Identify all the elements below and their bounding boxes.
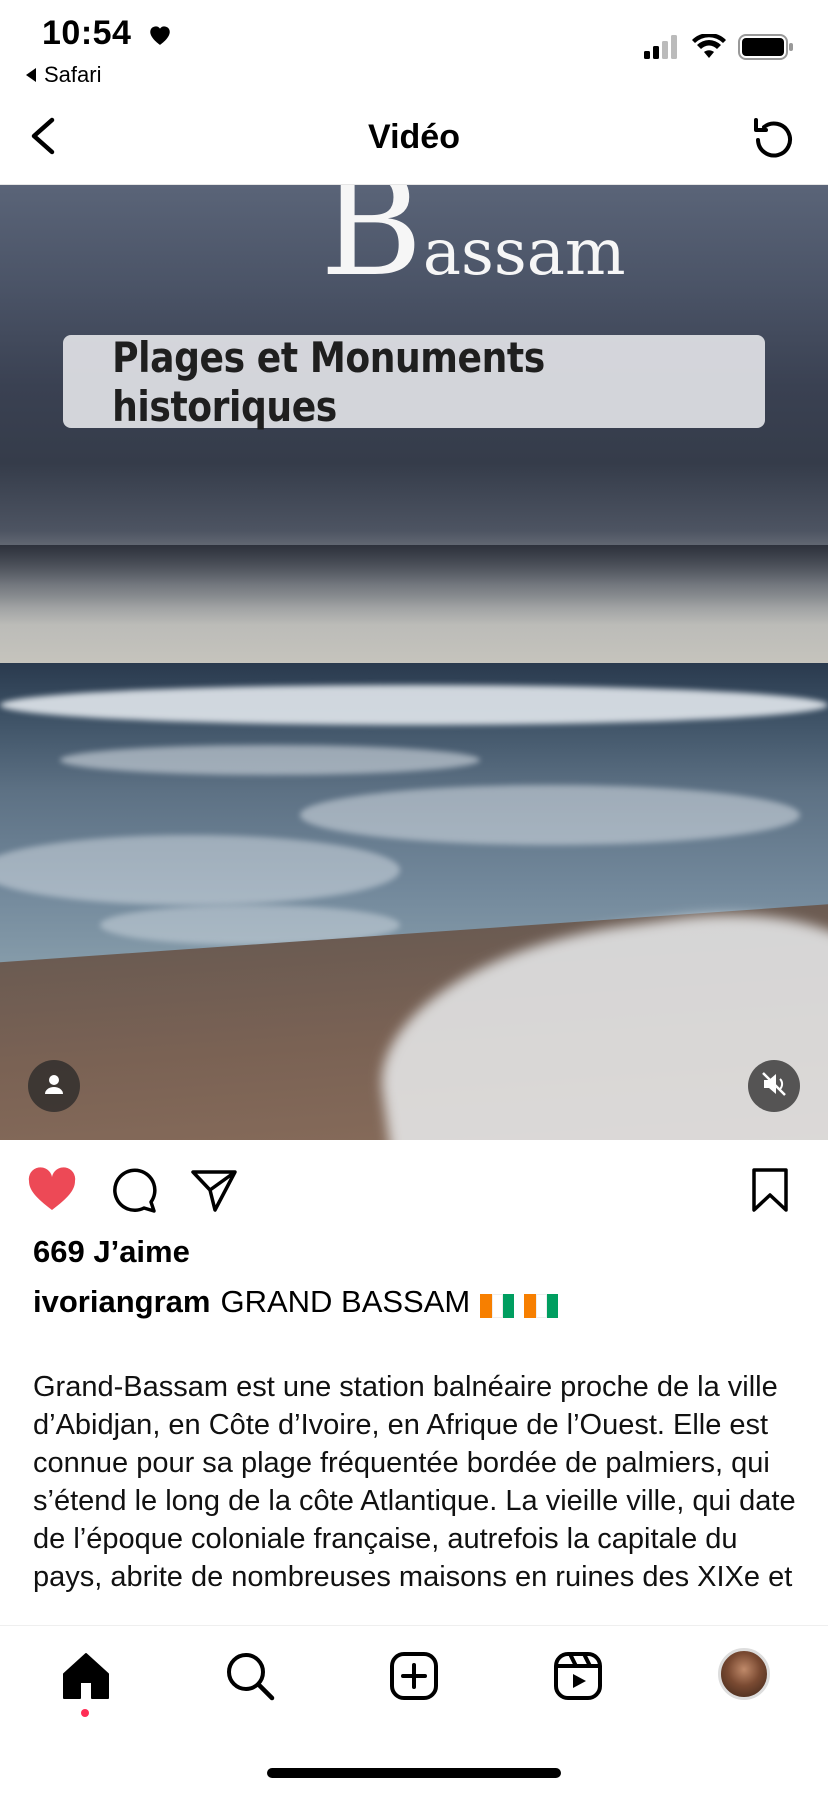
home-icon[interactable]	[58, 1648, 114, 1704]
signal-icon	[644, 35, 680, 64]
like-heart-icon[interactable]	[26, 1164, 78, 1216]
share-send-icon[interactable]	[188, 1164, 240, 1216]
video-overlay-title-text: Bassam	[320, 185, 626, 308]
back-app-label: Safari	[44, 62, 102, 87]
time-text: 10:54	[42, 14, 132, 52]
flag-cote-divoire-icon	[480, 1290, 515, 1318]
nav-bar: Vidéo	[0, 100, 828, 185]
wave-foam	[300, 785, 800, 845]
bottom-tab-bar	[0, 1625, 828, 1793]
system-icons	[644, 32, 794, 65]
person-icon	[43, 1073, 65, 1100]
video-player[interactable]: Bassam Plages et Monuments historiques	[0, 185, 828, 1140]
heart-icon	[147, 16, 173, 55]
caption-text: Grand-Bassam est une station balnéaire p…	[33, 1371, 796, 1593]
comment-icon[interactable]	[108, 1164, 160, 1216]
back-triangle-icon	[26, 68, 36, 82]
post-username[interactable]: ivoriangram	[33, 1284, 210, 1320]
bookmark-icon[interactable]	[744, 1164, 796, 1216]
home-indicator	[267, 1768, 561, 1778]
clock: 10:54	[42, 14, 173, 55]
post-actions	[0, 1160, 828, 1220]
active-tab-dot	[81, 1709, 89, 1717]
page-title: Vidéo	[368, 118, 460, 156]
caption-header: ivoriangram GRAND BASSAM	[33, 1284, 559, 1320]
wave-foam	[0, 685, 828, 725]
reels-icon[interactable]	[550, 1648, 606, 1704]
add-post-icon[interactable]	[386, 1648, 442, 1704]
tagged-people-button[interactable]	[28, 1060, 80, 1112]
flag-cote-divoire-icon	[524, 1290, 559, 1318]
video-overlay-title: Bassam	[320, 185, 626, 308]
wave-foam	[60, 745, 480, 775]
refresh-icon[interactable]	[748, 114, 800, 166]
mute-icon	[760, 1070, 788, 1103]
profile-avatar[interactable]	[718, 1648, 770, 1700]
status-bar: 10:54 Safari	[0, 0, 828, 100]
video-overlay-subtitle: Plages et Monuments historiques	[112, 332, 545, 431]
search-icon[interactable]	[222, 1648, 278, 1704]
storm-clouds	[0, 545, 828, 625]
likes-count[interactable]: 669 J’aime	[33, 1234, 190, 1270]
mute-button[interactable]	[748, 1060, 800, 1112]
wifi-icon	[692, 32, 726, 65]
video-overlay-subtitle-box: Plages et Monuments historiques	[63, 332, 765, 431]
back-to-safari[interactable]: Safari	[26, 62, 101, 88]
battery-icon	[738, 34, 794, 65]
caption-title: GRAND BASSAM	[220, 1284, 471, 1319]
